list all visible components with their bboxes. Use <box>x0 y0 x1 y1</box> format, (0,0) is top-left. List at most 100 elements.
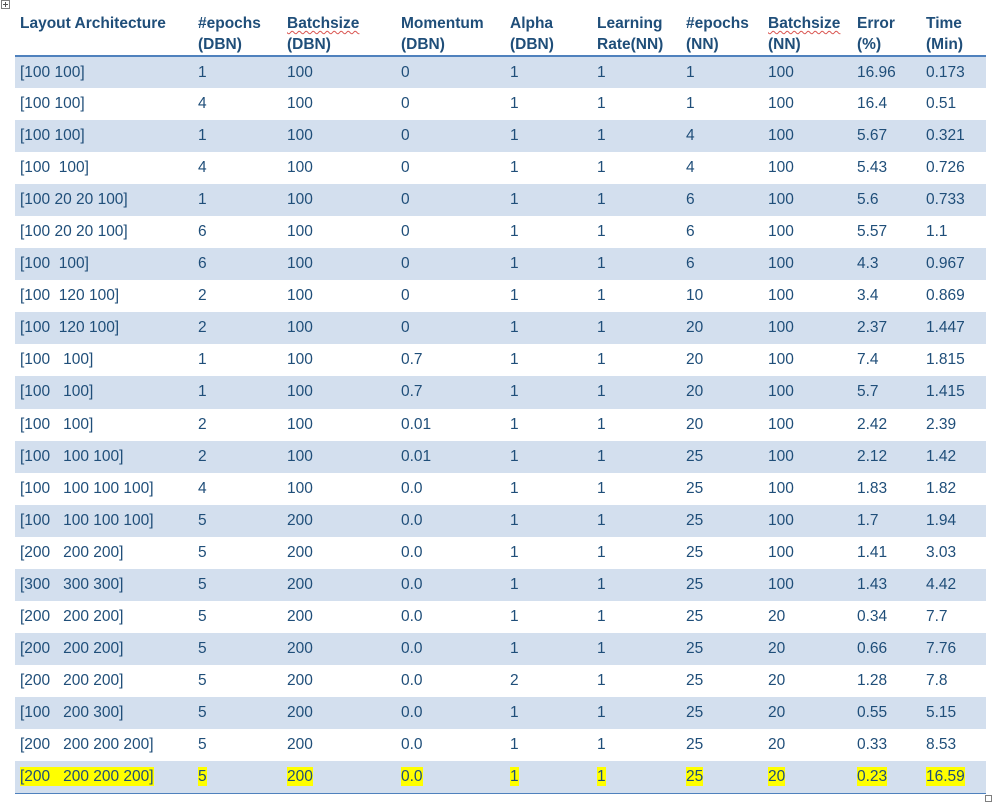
header-layer-architecture: Layout Architecture <box>15 11 193 57</box>
header-line1: Time <box>926 15 962 32</box>
header-line1: Layout Architecture <box>20 15 166 32</box>
highlighted-value: 16.59 <box>926 766 965 786</box>
cell-error: 1.7 <box>852 504 921 537</box>
highlighted-value: 0.23 <box>857 766 888 786</box>
cell-learning-rate-nn: 1 <box>597 607 606 625</box>
cell-learning-rate-nn: 1 <box>597 543 606 561</box>
cell-epochs-nn: 1 <box>681 56 763 89</box>
table-row: [100 20 20 100] 1 100 0 1 1 6 100 5.6 0.733 <box>15 184 986 217</box>
cell-epochs-nn: 20 <box>686 351 704 369</box>
highlighted-value: 20 <box>768 766 786 786</box>
cell-batchsize-nn: 20 <box>763 632 852 665</box>
cell-error: 1.28 <box>857 671 888 689</box>
cell-error: 5.67 <box>852 120 921 153</box>
cell-batchsize-dbn: 100 <box>282 120 396 153</box>
cell-batchsize-nn: 100 <box>768 223 794 241</box>
table-resize-handle-icon[interactable] <box>985 795 992 802</box>
header-line1: Error <box>857 15 895 32</box>
cell-batchsize-dbn: 100 <box>287 287 313 305</box>
cell-batchsize-dbn: 100 <box>282 440 396 473</box>
cell-error: 2.37 <box>852 312 921 345</box>
cell-epochs-dbn: 5 <box>193 568 282 601</box>
cell-error: 1.83 <box>857 479 888 497</box>
cell-epochs-nn: 25 <box>681 632 763 665</box>
cell-momentum-dbn: 0.0 <box>401 671 423 689</box>
cell-time: 0.51 <box>926 95 957 113</box>
table-move-handle-icon[interactable] <box>1 0 10 9</box>
cell-batchsize-dbn: 100 <box>287 223 313 241</box>
cell-learning-rate-nn: 1 <box>592 376 681 409</box>
cell-epochs-dbn: 5 <box>198 671 207 689</box>
highlighted-value: 25 <box>686 766 704 786</box>
cell-error: 4.3 <box>852 248 921 281</box>
highlighted-value: 200 <box>287 766 313 786</box>
cell-batchsize-nn: 20 <box>763 696 852 729</box>
table-row: [200 200 200 200] 5 200 0.0 1 1 25 20 0.23 16.59 <box>15 761 986 794</box>
cell-error: 0.33 <box>857 736 888 753</box>
cell-time: 7.76 <box>921 632 986 665</box>
table-row: [300 300 300] 5 200 0.0 1 1 25 100 1.43 4.42 <box>15 568 986 601</box>
cell-batchsize-dbn: 100 <box>287 479 313 497</box>
cell-alpha-dbn: 1 <box>505 761 592 794</box>
cell-layer-architecture: [100 120 100] <box>15 312 193 345</box>
table-row: [100 100] 1 100 0.7 1 1 20 100 5.7 1.415 <box>15 376 986 409</box>
cell-learning-rate-nn: 1 <box>592 504 681 537</box>
cell-layer-architecture: [100 100] <box>20 95 85 113</box>
header-line1: Batchsize <box>768 15 841 32</box>
cell-epochs-dbn: 1 <box>193 184 282 217</box>
table-row: [100 100] 4 100 0 1 1 1 100 16.4 0.51 <box>15 88 986 120</box>
cell-time: 0.173 <box>921 56 986 89</box>
cell-epochs-dbn: 6 <box>193 248 282 281</box>
cell-epochs-dbn: 2 <box>193 440 282 473</box>
cell-layer-architecture: [100 100] <box>15 56 193 89</box>
cell-alpha-dbn: 1 <box>510 159 519 177</box>
cell-time: 0.726 <box>926 159 965 177</box>
table-body: [100 100] 1 100 0 1 1 1 100 16.96 0.173 [100 100] 4… <box>15 56 986 794</box>
cell-layer-architecture: [100 100] <box>15 120 193 153</box>
cell-layer-architecture: [100 200 300] <box>15 696 193 729</box>
table-row: [100 100 100] 2 100 0.01 1 1 25 100 2.12 1.42 <box>15 440 986 473</box>
cell-batchsize-dbn: 100 <box>287 159 313 177</box>
cell-epochs-nn: 6 <box>681 248 763 281</box>
table-row: [100 100] 4 100 0 1 1 4 100 5.43 0.726 <box>15 152 986 184</box>
header-momentum-dbn: Momentum (DBN) <box>396 11 505 57</box>
cell-layer-architecture: [200 200 200] <box>20 607 124 625</box>
cell-epochs-dbn: 2 <box>198 287 207 305</box>
header-time: Time (Min) <box>921 11 986 57</box>
cell-alpha-dbn: 1 <box>505 632 592 665</box>
cell-error: 1.41 <box>857 543 888 561</box>
cell-error: 0.34 <box>857 607 888 625</box>
cell-learning-rate-nn: 1 <box>597 351 606 369</box>
cell-batchsize-nn: 100 <box>763 184 852 217</box>
cell-learning-rate-nn: 1 <box>592 568 681 601</box>
cell-epochs-dbn: 2 <box>198 415 207 433</box>
header-line2: (DBN) <box>198 36 242 53</box>
header-learning-rate-nn: Learning Rate(NN) <box>592 11 681 57</box>
cell-epochs-nn: 25 <box>686 607 704 625</box>
cell-batchsize-nn: 100 <box>763 376 852 409</box>
cell-epochs-nn: 25 <box>681 440 763 473</box>
cell-batchsize-dbn: 200 <box>282 568 396 601</box>
cell-error: 7.4 <box>857 351 879 369</box>
table-row: [100 100] 1 100 0 1 1 4 100 5.67 0.321 <box>15 120 986 153</box>
cell-momentum-dbn: 0 <box>401 223 410 241</box>
cell-layer-architecture: [100 100] <box>20 159 89 177</box>
cell-learning-rate-nn: 1 <box>592 184 681 217</box>
cell-epochs-nn: 20 <box>681 312 763 345</box>
cell-layer-architecture: [200 200 200 200] <box>15 761 193 794</box>
highlighted-value: 0.0 <box>401 766 423 786</box>
cell-learning-rate-nn: 1 <box>592 120 681 153</box>
cell-error: 5.43 <box>857 159 888 177</box>
cell-error: 5.57 <box>857 223 888 241</box>
cell-batchsize-nn: 100 <box>763 568 852 601</box>
cell-learning-rate-nn: 1 <box>597 287 606 305</box>
table-row: [200 200 200] 5 200 0.0 2 1 25 20 1.28 7.8 <box>15 665 986 697</box>
cell-alpha-dbn: 1 <box>510 736 519 753</box>
cell-time: 1.42 <box>921 440 986 473</box>
cell-momentum-dbn: 0 <box>396 184 505 217</box>
cell-epochs-dbn: 1 <box>193 56 282 89</box>
cell-epochs-nn: 10 <box>686 287 704 305</box>
cell-layer-architecture: [200 200 200 200] <box>20 736 154 753</box>
cell-learning-rate-nn: 1 <box>597 223 606 241</box>
cell-batchsize-dbn: 100 <box>287 351 313 369</box>
